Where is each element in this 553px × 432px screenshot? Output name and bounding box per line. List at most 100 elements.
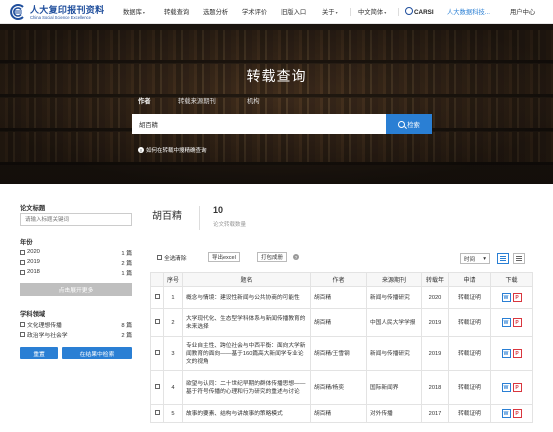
- search-button[interactable]: 检索: [386, 114, 432, 134]
- row-number: 3: [163, 336, 183, 371]
- reprint-certificate-link[interactable]: 转载证明: [448, 308, 491, 337]
- row-checkbox[interactable]: [154, 293, 160, 299]
- page-title: 转载查询: [246, 68, 307, 84]
- reprint-certificate-link[interactable]: 转载证明: [448, 336, 491, 371]
- compact-view-icon[interactable]: [513, 253, 525, 264]
- pdf-download-icon[interactable]: P: [512, 293, 522, 302]
- field-option[interactable]: 政治学与社会学 2 篇: [20, 330, 132, 339]
- reprint-certificate-link[interactable]: 转载证明: [448, 286, 491, 309]
- nav-institution[interactable]: 人大数据科技...: [447, 7, 490, 16]
- pdf-download-icon[interactable]: P: [512, 409, 522, 418]
- reprint-certificate-link[interactable]: 转载证明: [448, 370, 491, 405]
- nav-old-version[interactable]: 旧版入口: [281, 7, 306, 16]
- table-row: 2 大学现代化、生态型学科体系与新闻传播教育的未来选择 胡百精 中国人民大学学报…: [150, 308, 533, 337]
- search-input[interactable]: [132, 114, 386, 134]
- article-title-link[interactable]: 故事的要素、结构与讲故事的策略模式: [182, 404, 311, 423]
- hero-banner: 转载查询 作者 转载来源期刊 机构 检索 ! 如何在转载中搜精确查询: [0, 24, 553, 184]
- reset-button[interactable]: 重置: [20, 347, 58, 359]
- export-excel-button[interactable]: 导出excel: [208, 252, 240, 262]
- column-header: [150, 272, 164, 287]
- nav-academic-eval[interactable]: 学术评价: [242, 7, 267, 16]
- reprint-year: 2019: [421, 308, 449, 337]
- checkbox[interactable]: [157, 255, 162, 260]
- tab-author[interactable]: 作者: [138, 96, 151, 105]
- source-journal-link[interactable]: 中国人民大学学报: [366, 308, 422, 337]
- table-header-row: 序号 题名 作者 来源期刊 转载年 申请 下载: [150, 272, 533, 287]
- word-download-icon[interactable]: W: [501, 383, 511, 392]
- author-link[interactable]: 胡百精: [310, 286, 367, 309]
- article-title-link[interactable]: 概念与情境：建设性新闻与公共协商的可能性: [182, 286, 311, 309]
- chevron-down-icon: ▾: [384, 10, 387, 15]
- word-download-icon[interactable]: W: [501, 293, 511, 302]
- carsi-icon: [405, 7, 413, 15]
- pdf-download-icon[interactable]: P: [512, 318, 522, 327]
- checkbox[interactable]: [20, 259, 25, 265]
- column-header: 申请: [448, 272, 491, 287]
- nav-divider: [350, 8, 351, 16]
- year-option[interactable]: 2018 1 篇: [20, 268, 132, 277]
- column-header: 作者: [310, 272, 367, 287]
- source-journal-link[interactable]: 国际新闻界: [366, 370, 422, 405]
- search-help-link[interactable]: ! 如何在转载中搜精确查询: [138, 146, 207, 154]
- article-title-link[interactable]: 专业自主性、跨位社会与中西平衡：面向大学新闻教育的面向——基于160篇高大新闻学…: [182, 336, 311, 371]
- author-link[interactable]: 胡百精: [310, 404, 367, 423]
- word-download-icon[interactable]: W: [501, 318, 511, 327]
- field-option[interactable]: 文化理想传播 8 篇: [20, 320, 132, 329]
- word-download-icon[interactable]: W: [501, 409, 511, 418]
- row-number: 5: [163, 404, 183, 423]
- print-bundle-button[interactable]: 打包成册: [257, 252, 288, 262]
- reprint-count: 10: [213, 205, 224, 215]
- title-filter-heading: 论文标题: [20, 205, 46, 212]
- author-link[interactable]: 胡百精/王雪钢: [310, 336, 367, 371]
- sort-select[interactable]: 时间 ▾: [460, 253, 490, 264]
- reprint-year: 2020: [421, 286, 449, 309]
- word-download-icon[interactable]: W: [501, 349, 511, 358]
- clear-selection[interactable]: 清除: [175, 253, 187, 262]
- nav-database[interactable]: 数据库▾: [123, 7, 145, 16]
- nav-topic-analysis[interactable]: 选题分析: [203, 7, 228, 16]
- article-title-link[interactable]: 大学现代化、生态型学科体系与新闻传播教育的未来选择: [182, 308, 311, 337]
- table-row: 3 专业自主性、跨位社会与中西平衡：面向大学新闻教育的面向——基于160篇高大新…: [150, 336, 533, 371]
- column-header: 来源期刊: [366, 272, 422, 287]
- checkbox[interactable]: [20, 269, 25, 275]
- table-row: 1 概念与情境：建设性新闻与公共协商的可能性 胡百精 新闻与传播研究 2020 …: [150, 286, 533, 309]
- year-option[interactable]: 2020 1 篇: [20, 248, 132, 257]
- source-journal-link[interactable]: 对外传播: [366, 404, 422, 423]
- checkbox[interactable]: [20, 331, 25, 337]
- row-number: 4: [163, 370, 183, 405]
- checkbox[interactable]: [20, 249, 25, 255]
- help-icon[interactable]: ?: [293, 254, 299, 260]
- nav-user-center[interactable]: 用户中心: [510, 7, 535, 16]
- row-checkbox[interactable]: [154, 318, 160, 324]
- top-nav: 人大复印报刊资料 China Social Science Excellence…: [0, 0, 553, 24]
- tab-source-journal[interactable]: 转载来源期刊: [178, 96, 216, 105]
- column-header: 题名: [182, 272, 311, 287]
- column-header: 下载: [490, 272, 533, 287]
- nav-about[interactable]: 关于▾: [322, 7, 338, 16]
- tab-institution[interactable]: 机构: [247, 96, 260, 105]
- title-filter-input[interactable]: [20, 213, 132, 226]
- source-journal-link[interactable]: 新闻与传播研究: [366, 286, 422, 309]
- nav-reprint-query[interactable]: 转载查询: [164, 7, 189, 16]
- source-journal-link[interactable]: 新闻与传播研究: [366, 336, 422, 371]
- author-link[interactable]: 胡百精: [310, 308, 367, 337]
- nav-carsi[interactable]: CARSI: [405, 7, 434, 16]
- row-checkbox[interactable]: [154, 349, 160, 355]
- expand-more-button[interactable]: 点击展开更多: [20, 283, 132, 296]
- article-title-link[interactable]: 欲望与认同：二十世纪早期的群体传播思想——基于符号传播的心理和行为研究的重述与讨…: [182, 370, 311, 405]
- list-view-icon[interactable]: [497, 253, 509, 264]
- author-link[interactable]: 胡百精/杨奕: [310, 370, 367, 405]
- row-checkbox[interactable]: [154, 409, 160, 415]
- chevron-down-icon: ▾: [335, 10, 338, 15]
- year-option[interactable]: 2019 2 篇: [20, 258, 132, 267]
- field-filter-heading: 学科领域: [20, 311, 46, 318]
- reprint-certificate-link[interactable]: 转载证明: [448, 404, 491, 423]
- pdf-download-icon[interactable]: P: [512, 349, 522, 358]
- checkbox[interactable]: [20, 321, 25, 327]
- search-within-results-button[interactable]: 在结果中检索: [62, 347, 132, 359]
- chevron-down-icon: ▾: [142, 10, 145, 15]
- select-all[interactable]: 全选: [157, 253, 176, 262]
- nav-language[interactable]: 中文简体▾: [358, 7, 386, 16]
- row-checkbox[interactable]: [154, 383, 160, 389]
- pdf-download-icon[interactable]: P: [512, 383, 522, 392]
